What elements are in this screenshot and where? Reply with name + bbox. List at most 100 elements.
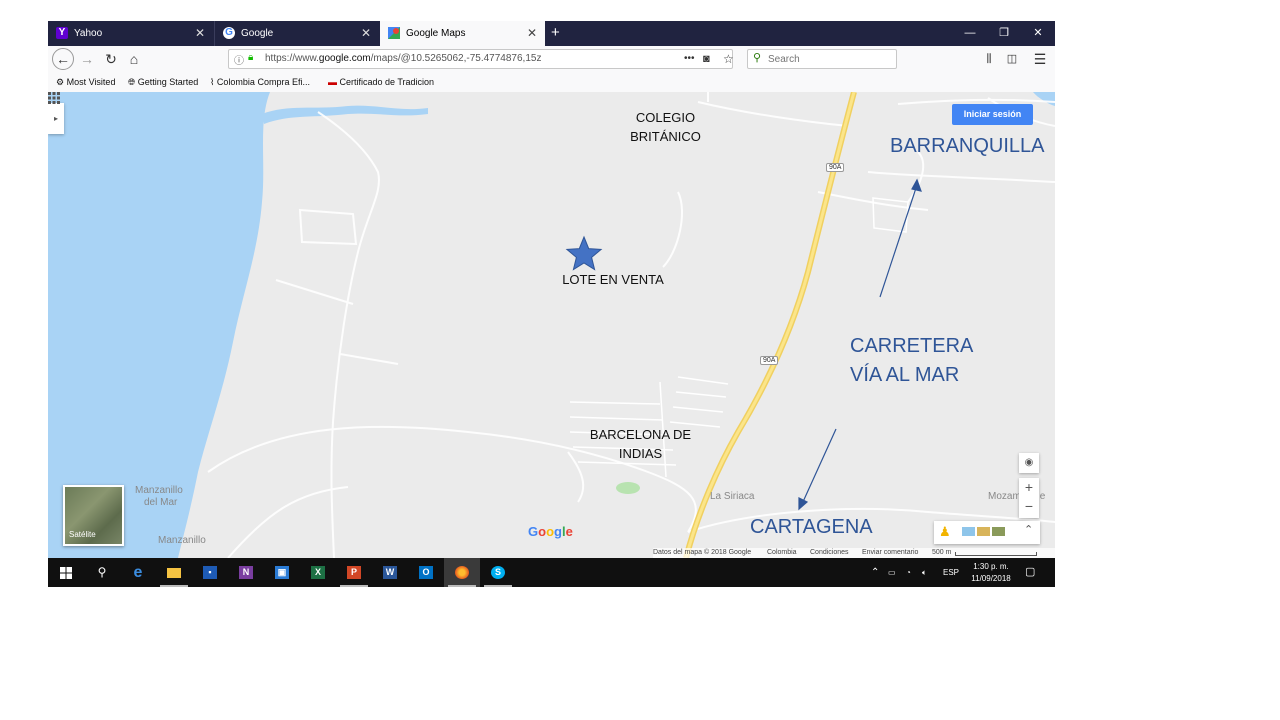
annotation-barcelona-de-indias: BARCELONA DE INDIAS [589, 427, 692, 461]
forward-button[interactable]: → [77, 49, 97, 69]
menu-icon[interactable]: ☰ [1030, 49, 1050, 69]
pocket-icon[interactable]: ◙ [703, 50, 710, 68]
url-text: https://www.google.com/maps/@10.5265062,… [265, 53, 542, 64]
apps-grid-icon[interactable] [48, 92, 60, 104]
reload-button[interactable]: ↻ [101, 49, 121, 69]
taskbar-powerpoint[interactable]: P [336, 558, 372, 587]
tab-label: Google [241, 28, 274, 39]
map-graphics [48, 92, 1055, 558]
battery-icon[interactable]: ▭ [888, 558, 896, 587]
imagery-strip: ♟ ⌃ [934, 521, 1040, 544]
close-tab-icon[interactable]: ✕ [361, 21, 371, 46]
new-tab-button[interactable]: + [551, 21, 560, 45]
gear-icon: ⚙ [56, 77, 65, 87]
taskbar-remote-desktop[interactable]: ▣ [264, 558, 300, 587]
tab-yahoo[interactable]: Y Yahoo ✕ [48, 21, 213, 46]
arrow-to-barranquilla [879, 184, 918, 298]
library-icon[interactable]: ⫼ [979, 49, 999, 69]
location-target-icon: ◉ [1024, 457, 1034, 468]
place-label-manzanillo: Manzanillo [158, 535, 206, 546]
skype-icon: S [491, 566, 505, 579]
close-tab-icon[interactable]: ✕ [195, 21, 205, 46]
taskbar-word[interactable]: W [372, 558, 408, 587]
tab-strip: Y Yahoo ✕ G Google ✕ Google Maps ✕ + — ❐… [48, 21, 1055, 46]
back-button[interactable]: ← [52, 48, 74, 70]
tray-chevron-icon[interactable]: ⌃ [871, 558, 879, 587]
more-actions-icon[interactable]: ••• [684, 50, 695, 68]
close-tab-icon[interactable]: ✕ [527, 21, 537, 46]
minimize-icon[interactable]: — [960, 21, 980, 46]
my-location-button[interactable]: ◉ [1019, 453, 1039, 473]
taskbar-file-explorer[interactable] [156, 558, 192, 587]
road-badge-90a: 90A [760, 356, 779, 365]
app-icon: ▪ [203, 566, 217, 579]
lagoon-corner [1033, 92, 1055, 106]
taskbar-search-button[interactable]: ⚲ [84, 558, 120, 587]
outlook-icon: O [419, 566, 433, 579]
bookmark-most-visited[interactable]: ⚙ Most Visited [56, 73, 115, 92]
pegman-icon[interactable]: ♟ [939, 524, 951, 540]
search-bar[interactable]: ⚲ [747, 49, 897, 69]
search-input[interactable] [768, 50, 888, 68]
taskbar-skype[interactable]: S [480, 558, 516, 587]
firefox-icon [455, 566, 469, 579]
lot-star-marker [565, 235, 603, 271]
remote-desktop-icon: ▣ [275, 566, 289, 579]
imagery-thumb[interactable] [962, 527, 975, 536]
lagoon-channel [262, 105, 428, 124]
satellite-toggle[interactable]: Satélite [63, 485, 124, 546]
taskbar-outlook[interactable]: O [408, 558, 444, 587]
home-button[interactable]: ⌂ [124, 49, 144, 69]
file-explorer-icon [167, 568, 181, 578]
taskbar-excel[interactable]: X [300, 558, 336, 587]
tab-google-maps[interactable]: Google Maps ✕ [380, 21, 545, 46]
expand-chevron-icon[interactable]: ⌃ [1024, 523, 1033, 536]
sidebar-icon[interactable]: ◫ [1002, 49, 1022, 69]
footer-feedback-link[interactable]: Enviar comentario [862, 548, 918, 558]
globe-icon: 🌐︎ [128, 77, 136, 87]
google-logo: Google [528, 524, 573, 539]
taskbar-firefox[interactable] [444, 558, 480, 587]
url-bar[interactable]: ⓘ 🔒︎ https://www.google.com/maps/@10.526… [228, 49, 734, 69]
place-label-manzanillo-del-mar: del Mar [144, 497, 178, 508]
map-data-credit: Datos del mapa © 2018 Google [653, 549, 752, 556]
wifi-icon[interactable]: ◔ [906, 558, 911, 587]
footer-terms-link[interactable]: Condiciones [810, 548, 849, 558]
google-maps-icon [388, 27, 400, 39]
footer-country-link[interactable]: Colombia [767, 548, 797, 558]
footer-scale-label: 500 m [932, 549, 952, 556]
annotation-barranquilla: BARRANQUILLA [890, 135, 1045, 157]
info-icon[interactable]: ⓘ [234, 52, 244, 67]
tab-label: Google Maps [406, 28, 466, 39]
zoom-in-button[interactable]: + [1019, 478, 1039, 497]
language-indicator[interactable]: ESP [943, 558, 959, 587]
start-button[interactable] [48, 558, 84, 587]
annotation-carretera-via-al-mar: CARRETERA VÍA AL MAR [850, 335, 974, 386]
volume-icon[interactable]: 🔈︎ [922, 558, 927, 587]
taskbar-app[interactable]: ▪ [192, 558, 228, 587]
search-icon: ⚲ [97, 565, 107, 579]
imagery-thumb[interactable] [992, 527, 1005, 536]
action-center-icon[interactable]: ▢ [1025, 558, 1035, 587]
restore-icon[interactable]: ❐ [994, 21, 1014, 46]
search-icon: ⚲ [753, 52, 762, 64]
close-window-icon[interactable]: ✕ [1028, 21, 1048, 46]
clock[interactable]: 1:30 p. m. 11/09/2018 [966, 561, 1016, 585]
bookmark-certificado[interactable]: ▬ Certificado de Tradicion [328, 73, 434, 92]
map-canvas[interactable]: 90A 90A Manzanillo del Mar Manzanillo La… [48, 92, 1055, 558]
tab-google[interactable]: G Google ✕ [214, 21, 379, 46]
zoom-out-button[interactable]: − [1019, 497, 1039, 516]
taskbar-onenote[interactable]: N [228, 558, 264, 587]
navigation-toolbar: ← → ↻ ⌂ ⓘ 🔒︎ https://www.google.com/maps… [48, 46, 1055, 73]
map-footer: Datos del mapa © 2018 Google Colombia Co… [653, 548, 1055, 558]
place-label-la-siriaca: La Siriaca [710, 491, 755, 502]
bookmark-getting-started[interactable]: 🌐︎ Getting Started [128, 73, 198, 92]
imagery-thumb[interactable] [977, 527, 990, 536]
bookmark-colombia-compra[interactable]: ⌇ Colombia Compra Efi... [210, 73, 310, 92]
taskbar-edge[interactable]: e [120, 558, 156, 587]
side-panel-toggle[interactable]: ▸ [48, 103, 64, 134]
zoom-controls: + − [1019, 478, 1039, 518]
yahoo-icon: Y [56, 27, 68, 39]
sign-in-button[interactable]: Iniciar sesión [952, 104, 1033, 125]
bookmark-star-icon[interactable]: ☆ [723, 50, 734, 68]
